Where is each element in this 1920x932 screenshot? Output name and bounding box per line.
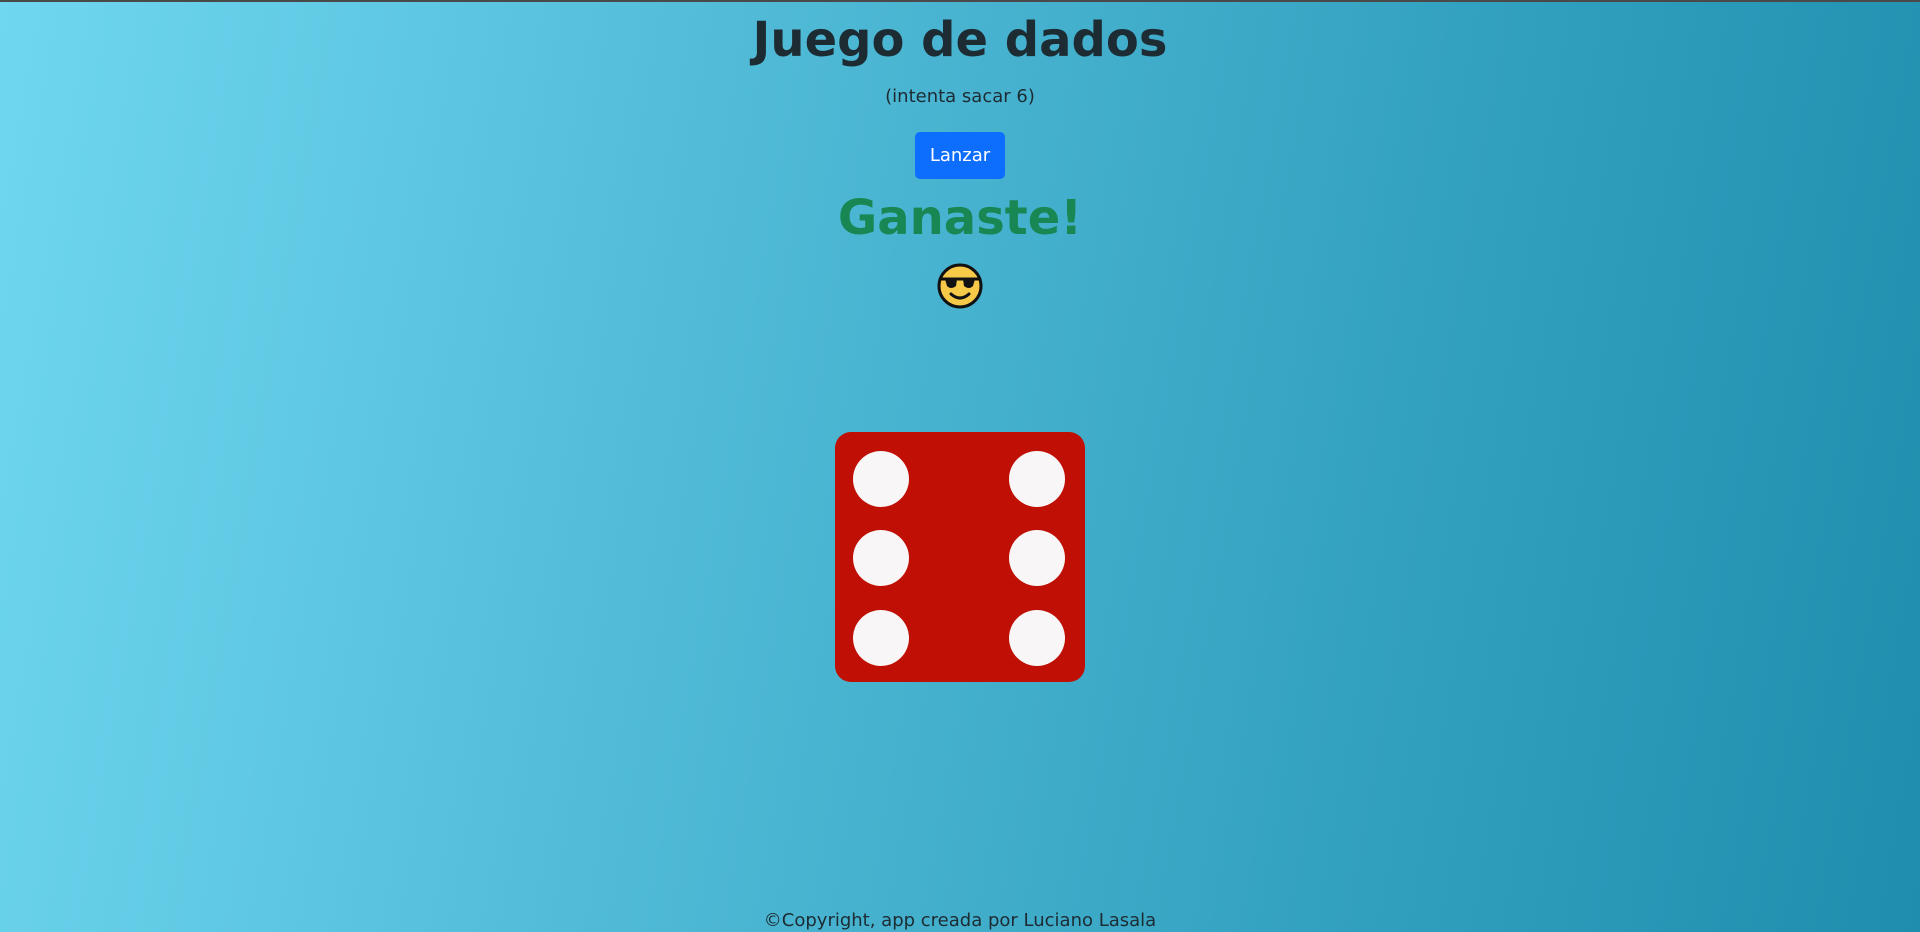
result-message: Ganaste! <box>837 190 1083 246</box>
die-pip <box>853 610 909 666</box>
roll-button[interactable]: Lanzar <box>915 132 1005 179</box>
die-pip <box>853 530 909 586</box>
page-title: Juego de dados <box>752 12 1168 68</box>
die-pip <box>853 451 909 507</box>
die-pip <box>1009 530 1065 586</box>
die-pip <box>1009 451 1065 507</box>
die <box>835 432 1085 682</box>
top-border <box>0 0 1920 2</box>
die-pip <box>1009 610 1065 666</box>
page-subtitle: (intenta sacar 6) <box>885 86 1035 107</box>
copyright-footer: ©Copyright, app creada por Luciano Lasal… <box>763 910 1157 931</box>
sunglasses-smiley-icon <box>937 263 983 309</box>
